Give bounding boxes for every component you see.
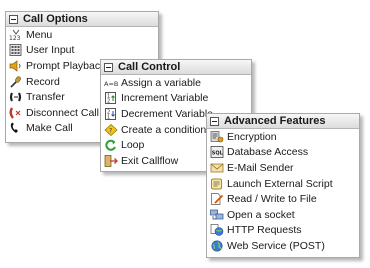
advanced-features-header[interactable]: Advanced Features (207, 114, 359, 129)
advanced-features-panel: Advanced Features Encryption SQL Databas… (206, 113, 360, 258)
envelope-icon (210, 162, 224, 174)
email-sender-item[interactable]: E-Mail Sender (207, 160, 359, 176)
call-control-header[interactable]: Call Control (101, 60, 251, 75)
assign-variable-item[interactable]: A=B Assign a variable (101, 75, 251, 91)
exit-icon (104, 154, 118, 167)
user-input-item[interactable]: User Input (6, 43, 158, 59)
svg-text:123: 123 (9, 35, 21, 41)
read-write-file-item[interactable]: Read / Write to File (207, 191, 359, 207)
loop-arrow-icon (104, 139, 118, 151)
increment-variable-item[interactable]: 12 Increment Variable (101, 91, 251, 107)
encryption-item[interactable]: Encryption (207, 129, 359, 145)
collapse-icon[interactable] (104, 62, 113, 72)
a-equals-b-icon: A=B (104, 77, 118, 89)
svg-text:A=B: A=B (104, 80, 118, 88)
socket-icon (210, 209, 224, 221)
web-service-post-item[interactable]: Web Service (POST) (207, 238, 359, 254)
menu-item[interactable]: 123 Menu (6, 27, 158, 43)
svg-text:?: ? (109, 127, 112, 134)
database-icon: SQL (210, 146, 224, 159)
database-access-item[interactable]: SQL Database Access (207, 145, 359, 161)
phone-handset-icon (9, 122, 23, 134)
collapse-icon[interactable] (9, 14, 18, 24)
http-globe-icon (210, 224, 224, 237)
svg-text:2: 2 (107, 99, 110, 105)
http-requests-item[interactable]: HTTP Requests (207, 223, 359, 239)
microphone-icon (9, 75, 23, 88)
advanced-features-title: Advanced Features (224, 115, 326, 127)
web-service-globe-icon (210, 240, 224, 252)
open-socket-item[interactable]: Open a socket (207, 207, 359, 223)
increment-icon: 12 (104, 92, 118, 105)
transfer-phone-icon (9, 91, 23, 103)
condition-diamond-icon: ? (104, 123, 118, 136)
speaker-icon (9, 60, 23, 72)
launch-external-script-item[interactable]: Launch External Script (207, 176, 359, 192)
encryption-icon (210, 130, 224, 143)
call-options-title: Call Options (23, 13, 88, 25)
svg-text:1: 1 (107, 114, 110, 120)
decrement-icon: 21 (104, 107, 118, 120)
script-icon (210, 178, 224, 190)
call-control-title: Call Control (118, 61, 181, 73)
call-options-header[interactable]: Call Options (6, 12, 158, 27)
hangup-phone-icon (9, 107, 23, 119)
collapse-icon[interactable] (210, 116, 219, 126)
keypad-icon (9, 44, 23, 57)
file-edit-icon (210, 193, 224, 206)
svg-text:SQL: SQL (212, 151, 224, 157)
menu-123-icon: 123 (9, 29, 23, 41)
